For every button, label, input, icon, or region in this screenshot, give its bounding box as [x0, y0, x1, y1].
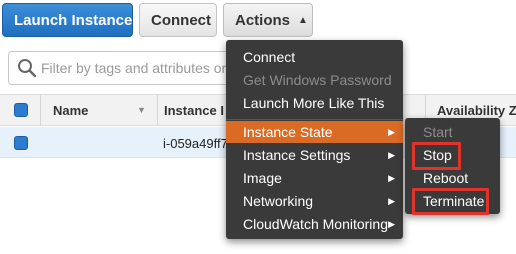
chevron-right-icon: ▶: [388, 149, 395, 160]
menu-item-instance-settings[interactable]: Instance Settings ▶: [226, 144, 403, 166]
menu-item-get-windows-password: Get Windows Password: [226, 69, 403, 91]
menu-item-connect-label: Connect: [243, 49, 296, 65]
row-checkbox[interactable]: [14, 136, 28, 150]
instance-id-cell: i-059a49ff7: [163, 136, 228, 151]
terminate-annotation-box: [412, 188, 489, 215]
actions-menu: Connect Get Windows Password Launch More…: [226, 40, 403, 239]
chevron-right-icon: ▶: [388, 126, 395, 137]
menu-item-instance-state-label: Instance State: [243, 124, 333, 140]
select-all-checkbox[interactable]: [14, 103, 28, 117]
menu-item-start-label: Start: [423, 124, 453, 140]
menu-item-instance-state[interactable]: Instance State ▶: [226, 121, 403, 143]
filter-box[interactable]: [8, 51, 248, 85]
chevron-right-icon: ▶: [388, 172, 395, 183]
stop-annotation-box: [412, 142, 461, 170]
column-instance-id-label: Instance I: [164, 102, 224, 118]
menu-item-launch-more-label: Launch More Like This: [243, 95, 385, 111]
menu-item-reboot-label: Reboot: [423, 170, 469, 186]
filter-input[interactable]: [41, 60, 247, 76]
chevron-right-icon: ▶: [388, 218, 395, 229]
menu-item-connect[interactable]: Connect: [226, 46, 403, 68]
column-availability-zone-label: Availability Z: [437, 102, 516, 118]
menu-item-networking-label: Networking: [243, 193, 314, 209]
menu-item-networking[interactable]: Networking ▶: [226, 190, 403, 212]
menu-item-reboot[interactable]: Reboot: [405, 167, 500, 189]
launch-instance-label: Launch Instance: [14, 11, 133, 29]
menu-item-cloudwatch-monitoring[interactable]: CloudWatch Monitoring ▶: [226, 213, 403, 235]
menu-item-get-windows-password-label: Get Windows Password: [243, 72, 392, 88]
chevron-right-icon: ▶: [388, 195, 395, 206]
menu-item-instance-settings-label: Instance Settings: [243, 147, 351, 163]
launch-instance-button[interactable]: Launch Instance: [2, 3, 133, 37]
connect-label: Connect: [151, 11, 211, 29]
column-name-label: Name: [53, 102, 89, 118]
menu-item-start: Start: [405, 121, 500, 143]
menu-item-image-label: Image: [243, 170, 282, 186]
menu-item-cloudwatch-label: CloudWatch Monitoring: [243, 216, 388, 232]
actions-label: Actions: [235, 11, 291, 29]
actions-button[interactable]: Actions ▲: [223, 3, 313, 37]
menu-separator: [226, 119, 403, 120]
caret-up-icon: ▲: [298, 15, 308, 26]
menu-item-launch-more-like-this[interactable]: Launch More Like This: [226, 92, 403, 114]
search-icon: [18, 59, 37, 78]
sort-caret-icon[interactable]: ▼: [137, 105, 146, 115]
connect-button[interactable]: Connect: [139, 3, 217, 37]
column-header-name[interactable]: Name ▼: [40, 95, 157, 125]
menu-item-image[interactable]: Image ▶: [226, 167, 403, 189]
